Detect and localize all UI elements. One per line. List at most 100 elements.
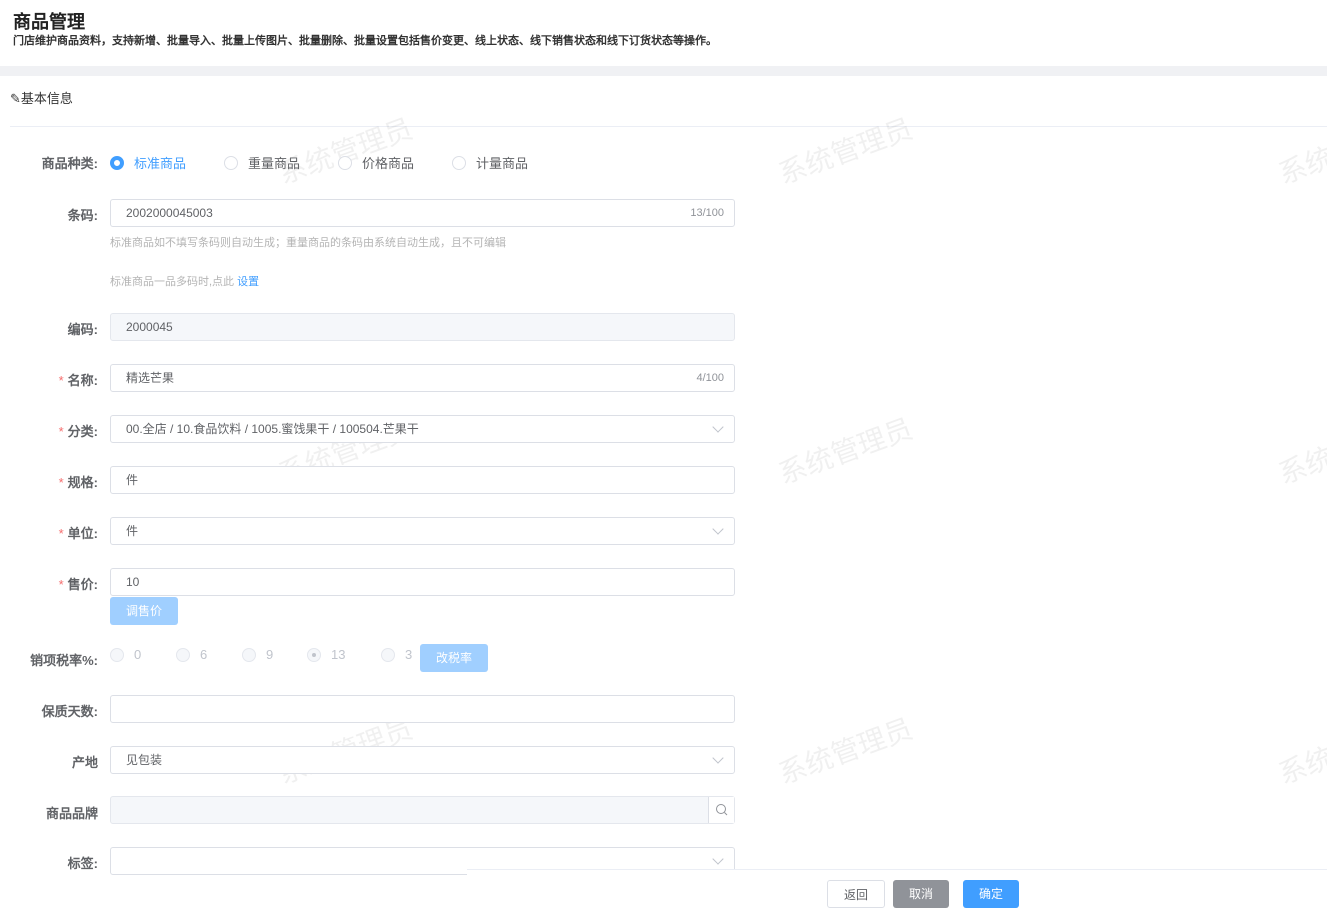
- required-mark: *: [58, 577, 64, 592]
- watermark: 系统管理员: [1274, 412, 1327, 490]
- price-label: * 售价:: [59, 574, 98, 593]
- label-text: 规格:: [67, 475, 98, 490]
- name-input[interactable]: 精选芒果 4/100: [110, 364, 735, 392]
- price-value: 10: [126, 575, 140, 589]
- type-label: 商品种类:: [41, 156, 98, 171]
- barcode-input[interactable]: 2002000045003 13/100: [110, 199, 735, 227]
- watermark: 系统管理员: [774, 112, 917, 190]
- radio-circle: [110, 155, 124, 170]
- name-count: 4/100: [696, 372, 724, 384]
- brand-input[interactable]: [110, 796, 735, 824]
- code-label: 编码:: [67, 322, 98, 337]
- multi-barcode-tip: 标准商品一品多码时,点此 设置: [110, 273, 259, 289]
- required-mark: *: [58, 475, 64, 490]
- radio-label: 价格商品: [362, 156, 415, 171]
- name-value: 精选芒果: [126, 371, 175, 385]
- footer-divider: [467, 869, 1327, 870]
- radio-measure[interactable]: 计量商品: [452, 153, 528, 172]
- watermark: 系统管理员: [1274, 712, 1327, 790]
- radio-circle: [110, 647, 124, 662]
- category-value: 00.全店 / 10.食品饮料 / 1005.蜜饯果干 / 100504.芒果干: [126, 422, 419, 436]
- edit-icon: ✎: [10, 91, 21, 106]
- radio-label: 3: [405, 647, 413, 662]
- section-title: ✎基本信息: [10, 88, 73, 107]
- barcode-value: 2002000045003: [126, 206, 213, 220]
- change-tax-button[interactable]: 改税率: [420, 644, 488, 672]
- chevron-down-icon: [712, 752, 724, 764]
- cancel-button[interactable]: 取消: [893, 880, 949, 908]
- radio-label: 13: [331, 647, 346, 662]
- barcode-count: 13/100: [690, 207, 724, 219]
- label-text: 分类:: [67, 424, 98, 439]
- shelf-life-label: 保质天数:: [41, 704, 98, 719]
- brand-label: 商品品牌: [45, 806, 98, 821]
- spec-input[interactable]: 件: [110, 466, 735, 494]
- barcode-tip: 标准商品如不填写条码则自动生成；重量商品的条码由系统自动生成，且不可编辑: [110, 237, 506, 249]
- label-text: 名称:: [67, 373, 98, 388]
- radio-label: 计量商品: [476, 156, 529, 171]
- radio-label: 标准商品: [134, 156, 187, 171]
- tax-label: 销项税率%:: [30, 653, 98, 668]
- radio-circle: [176, 647, 190, 662]
- radio-label: 9: [266, 647, 274, 662]
- tip-text: 标准商品一品多码时,点此: [110, 276, 235, 288]
- origin-select[interactable]: 见包装: [110, 746, 735, 774]
- divider-band: [0, 66, 1327, 76]
- tax-radio-0[interactable]: 0: [110, 647, 141, 662]
- watermark: 系统管理员: [774, 412, 917, 490]
- back-button[interactable]: 返回: [827, 880, 885, 908]
- label-text: 售价:: [67, 577, 98, 592]
- tag-label: 标签:: [67, 856, 98, 871]
- barcode-label: 条码:: [67, 208, 98, 223]
- page-header: 商品管理 门店维护商品资料，支持新增、批量导入、批量上传图片、批量删除、批量设置…: [0, 0, 1327, 66]
- code-input[interactable]: 2000045: [110, 313, 735, 341]
- radio-circle: [242, 647, 256, 662]
- radio-standard[interactable]: 标准商品: [110, 153, 186, 172]
- required-mark: *: [58, 373, 64, 388]
- search-icon: [716, 804, 728, 816]
- price-input[interactable]: 10: [110, 568, 735, 596]
- page-title: 商品管理: [13, 12, 85, 32]
- tax-radio-3[interactable]: 3: [381, 647, 412, 662]
- search-button[interactable]: [708, 797, 734, 823]
- section-title-text: 基本信息: [20, 91, 73, 106]
- radio-circle: [307, 647, 321, 662]
- spec-label: * 规格:: [59, 472, 98, 491]
- origin-label: 产地: [71, 755, 98, 770]
- unit-value: 件: [126, 524, 139, 538]
- watermark: 系统管理员: [274, 112, 417, 190]
- radio-circle: [452, 155, 466, 170]
- radio-label: 0: [134, 647, 142, 662]
- unit-select[interactable]: 件: [110, 517, 735, 545]
- chevron-down-icon: [712, 853, 724, 865]
- settings-link[interactable]: 设置: [237, 276, 259, 288]
- radio-weight[interactable]: 重量商品: [224, 153, 300, 172]
- adjust-price-button[interactable]: 调售价: [110, 597, 178, 625]
- radio-circle: [381, 647, 395, 662]
- code-value: 2000045: [126, 320, 173, 334]
- required-mark: *: [58, 424, 64, 439]
- radio-label: 6: [200, 647, 208, 662]
- name-label: * 名称:: [59, 370, 98, 389]
- label-text: 单位:: [67, 526, 98, 541]
- chevron-down-icon: [712, 523, 724, 535]
- spec-value: 件: [126, 473, 139, 487]
- category-label: * 分类:: [59, 421, 98, 440]
- page-description: 门店维护商品资料，支持新增、批量导入、批量上传图片、批量删除、批量设置包括售价变…: [13, 35, 717, 47]
- tax-radio-13[interactable]: 13: [307, 647, 345, 662]
- radio-circle: [338, 155, 352, 170]
- required-mark: *: [58, 526, 64, 541]
- unit-label: * 单位:: [59, 523, 98, 542]
- section-divider: [10, 126, 1327, 127]
- tax-radio-6[interactable]: 6: [176, 647, 207, 662]
- radio-circle: [224, 155, 238, 170]
- radio-price[interactable]: 价格商品: [338, 153, 414, 172]
- shelf-life-input[interactable]: [110, 695, 735, 723]
- confirm-button[interactable]: 确定: [963, 880, 1019, 908]
- radio-label: 重量商品: [248, 156, 301, 171]
- watermark: 系统管理员: [774, 712, 917, 790]
- category-select[interactable]: 00.全店 / 10.食品饮料 / 1005.蜜饯果干 / 100504.芒果干: [110, 415, 735, 443]
- chevron-down-icon: [712, 421, 724, 433]
- tax-radio-9[interactable]: 9: [242, 647, 273, 662]
- watermark: 系统管理员: [1274, 112, 1327, 190]
